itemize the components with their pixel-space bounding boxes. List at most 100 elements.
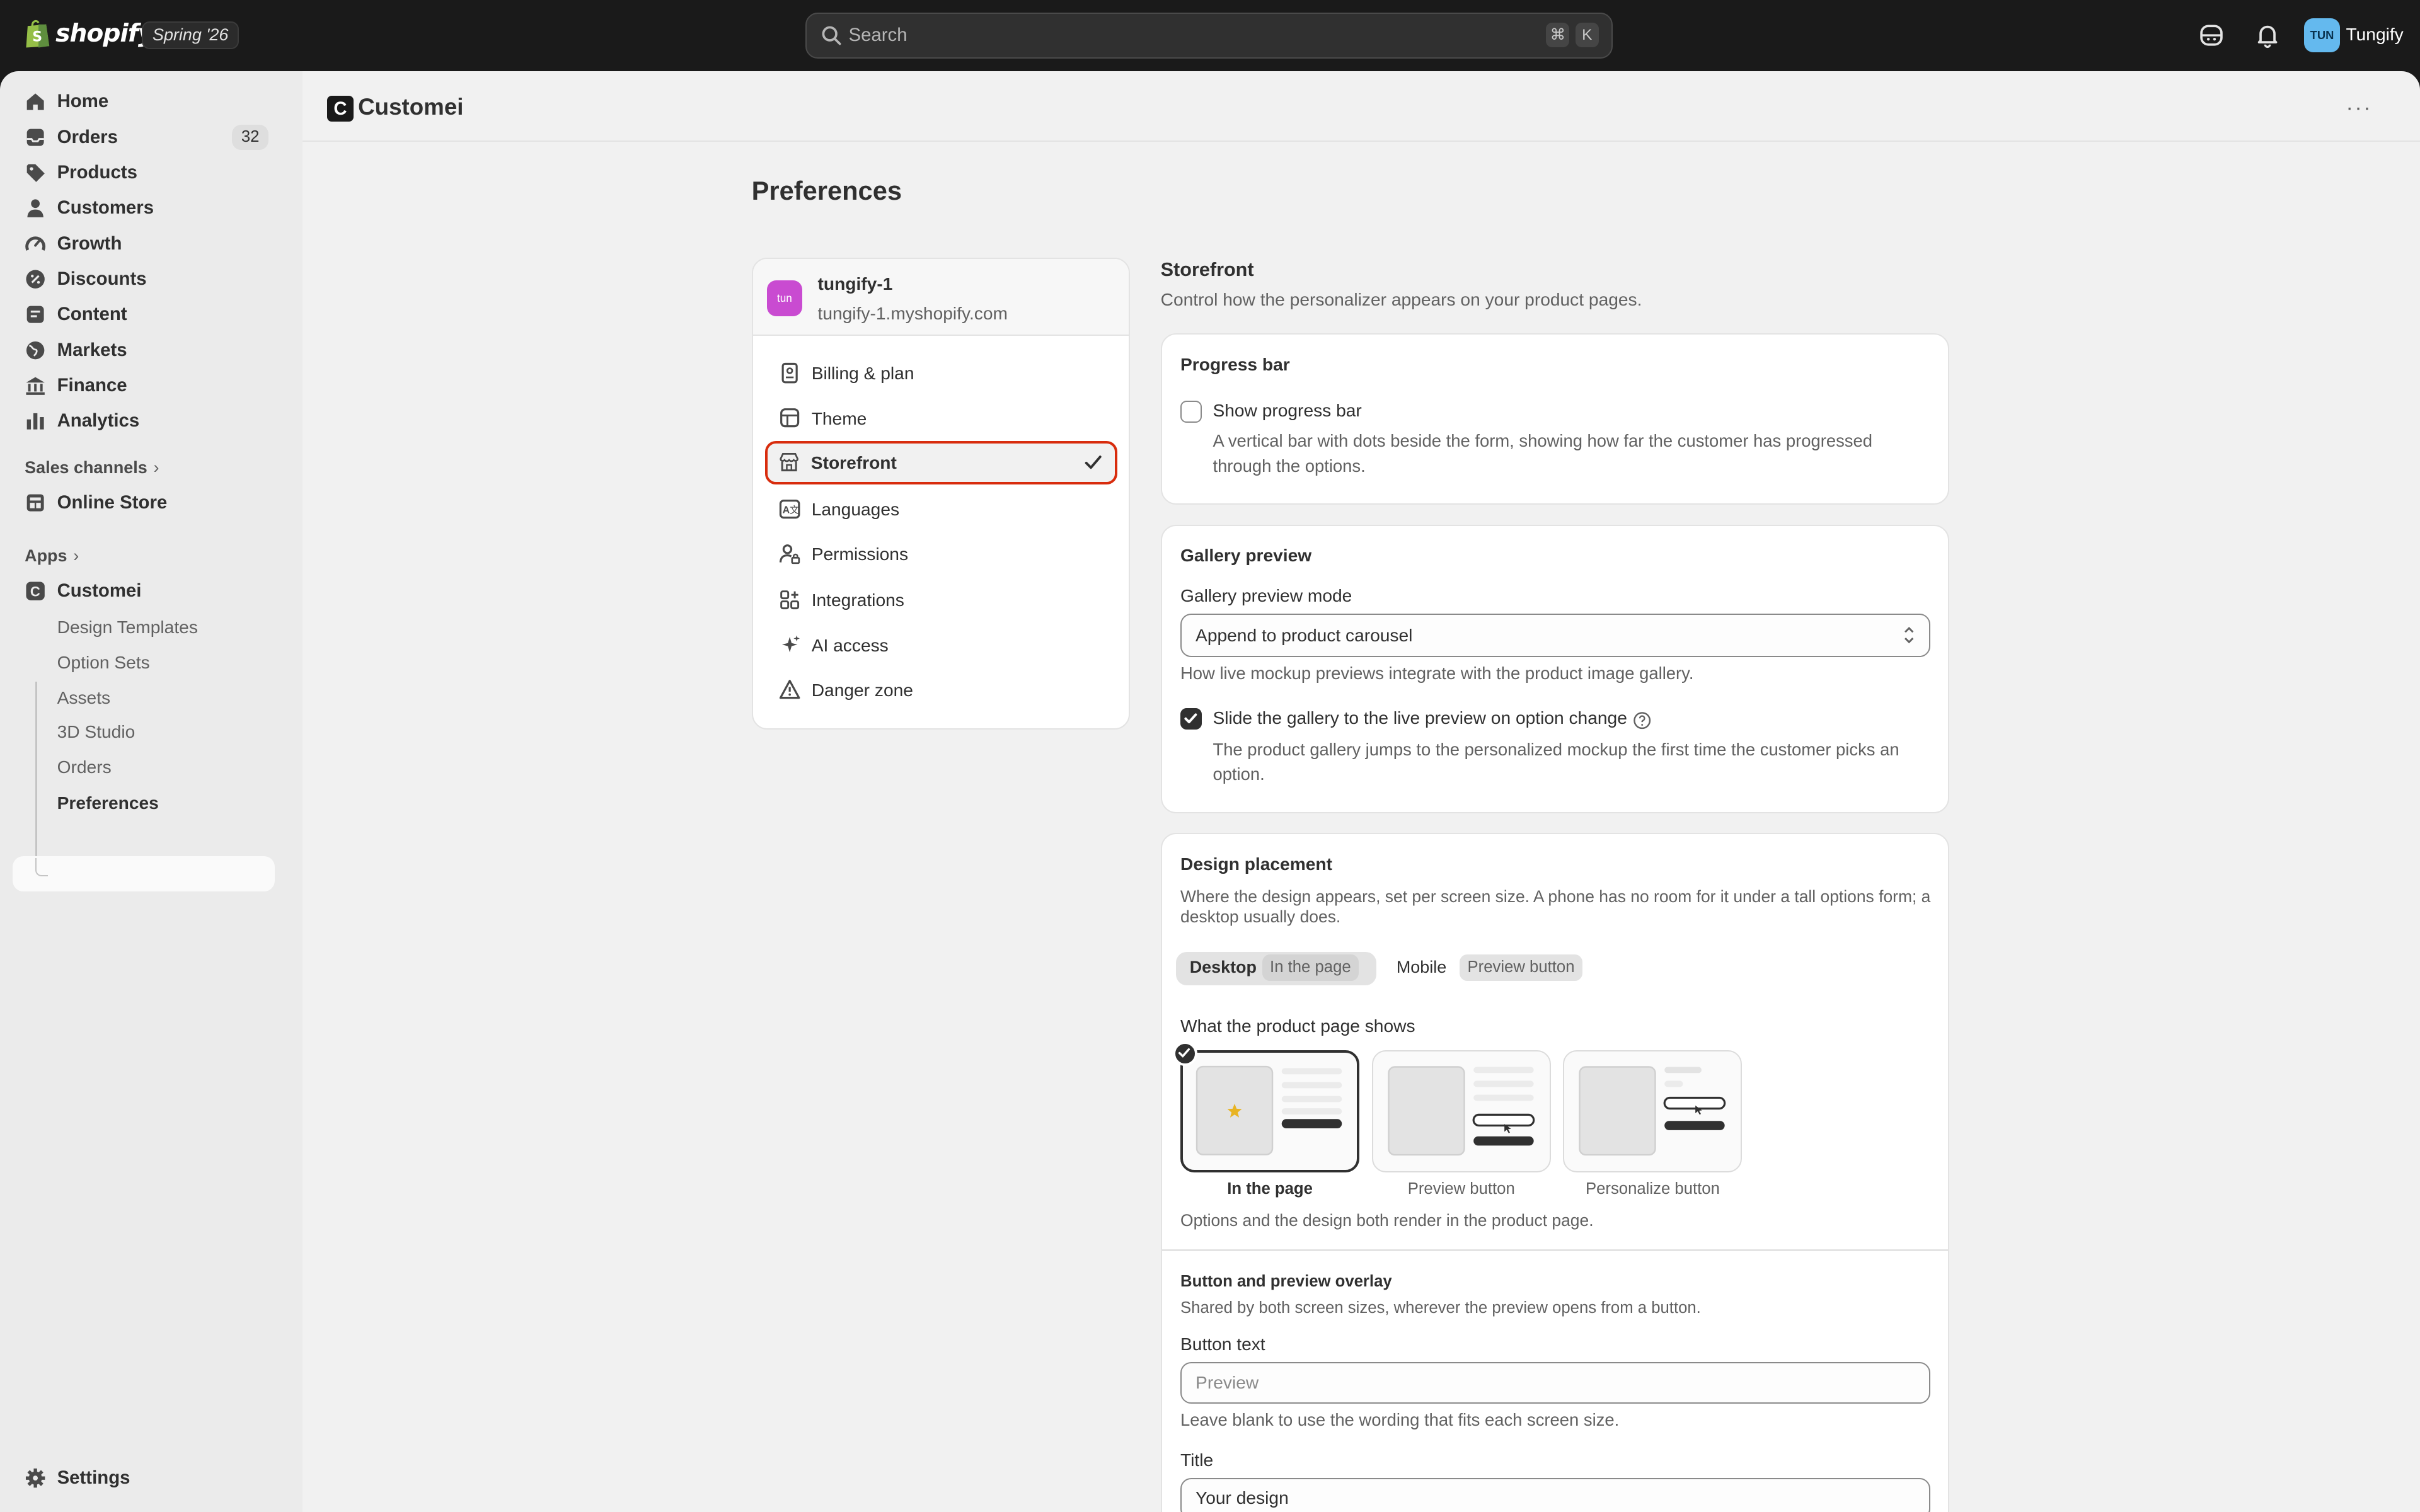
tab-mobile[interactable]: Mobile Preview button xyxy=(1383,952,1599,986)
card-title: Progress bar xyxy=(1180,354,1290,374)
shopify-bag-icon: S xyxy=(26,20,50,48)
show-progress-bar-checkbox[interactable] xyxy=(1180,401,1202,423)
select-arrows-icon xyxy=(1904,626,1914,644)
subsection-title: Button and preview overlay xyxy=(1180,1272,1392,1290)
brand-wordmark: shopify xyxy=(55,20,154,49)
menu-item-billing[interactable]: Billing & plan xyxy=(765,352,1117,395)
layout-option-personalize-button[interactable] xyxy=(1563,1050,1743,1172)
bell-icon[interactable] xyxy=(2254,21,2281,49)
screen: S shopify Spring '26 Search ⌘ K TUN Tung… xyxy=(0,0,2420,1512)
sidekick-icon[interactable] xyxy=(2198,21,2225,49)
menu-item-languages[interactable]: A文 Languages xyxy=(765,487,1117,530)
search-icon xyxy=(822,26,841,45)
field-label: Title xyxy=(1180,1450,1214,1470)
menu-item-label: Permissions xyxy=(811,544,909,564)
sidebar-item-analytics[interactable]: Analytics xyxy=(13,404,275,438)
menu-item-integrations[interactable]: Integrations xyxy=(765,578,1117,622)
title-input[interactable]: Your design xyxy=(1180,1477,1931,1512)
tag-icon xyxy=(26,164,45,182)
menu-item-danger-zone[interactable]: Danger zone xyxy=(765,668,1117,711)
field-label: What the product page shows xyxy=(1180,1016,1415,1036)
receipt-icon xyxy=(781,362,798,384)
help-circle-icon[interactable] xyxy=(1633,711,1651,730)
sidebar-item-label: Orders xyxy=(57,126,118,147)
online-store-icon xyxy=(26,494,44,512)
shortcut-k-key: K xyxy=(1575,23,1599,48)
sales-channels-heading[interactable]: Sales channels › xyxy=(25,458,159,478)
chevron-right-icon: › xyxy=(73,546,79,565)
warning-icon xyxy=(780,680,800,699)
sidebar-subitem-assets[interactable]: Assets xyxy=(57,688,111,708)
sidebar-item-home[interactable]: Home xyxy=(13,85,275,119)
menu-item-theme[interactable]: Theme xyxy=(765,396,1117,440)
svg-text:C: C xyxy=(30,583,40,599)
sidebar-subitem-orders[interactable]: Orders xyxy=(57,757,112,777)
help-text: Options and the design both render in th… xyxy=(1180,1210,1594,1230)
sidebar-item-customei[interactable]: C Customei xyxy=(13,574,275,608)
sidebar-item-label: Content xyxy=(57,304,127,325)
sidebar-item-markets[interactable]: Markets xyxy=(13,333,275,367)
help-text: Leave blank to use the wording that fits… xyxy=(1180,1409,1620,1429)
menu-item-permissions[interactable]: Permissions xyxy=(765,532,1117,575)
layout-option-label: Preview button xyxy=(1407,1180,1515,1198)
gallery-preview-mode-select[interactable]: Append to product carousel xyxy=(1180,614,1931,657)
section-description: Control how the personalizer appears on … xyxy=(1160,290,1642,310)
gear-icon xyxy=(26,1468,45,1488)
help-text: How live mockup previews integrate with … xyxy=(1180,663,1694,683)
menu-item-ai-access[interactable]: AI access xyxy=(765,623,1117,667)
sidebar-item-label: Analytics xyxy=(57,410,140,432)
help-text: A vertical bar with dots beside the form… xyxy=(1213,431,1872,476)
sidebar-subitem-3d-studio[interactable]: 3D Studio xyxy=(57,722,135,742)
bank-icon xyxy=(26,377,45,395)
sidebar-item-label: Finance xyxy=(57,375,127,396)
apps-heading[interactable]: Apps › xyxy=(25,546,79,566)
layout-option-in-page[interactable] xyxy=(1180,1050,1360,1172)
edition-badge[interactable]: Spring '26 xyxy=(142,21,239,50)
shopify-logo[interactable]: S shopify xyxy=(25,18,154,49)
sidebar-item-customers[interactable]: Customers xyxy=(13,192,275,226)
svg-text:S: S xyxy=(32,30,42,45)
sidebar-item-label: Online Store xyxy=(57,492,168,513)
sidebar-item-online-store[interactable]: Online Store xyxy=(13,486,275,520)
sidebar-item-products[interactable]: Products xyxy=(13,156,275,190)
user-avatar[interactable]: TUN xyxy=(2304,18,2340,53)
checkbox-label: Slide the gallery to the live preview on… xyxy=(1213,707,1627,728)
shortcut-command-key: ⌘ xyxy=(1546,23,1570,48)
sidebar-item-finance[interactable]: Finance xyxy=(13,369,275,403)
store-domain: tungify-1.myshopify.com xyxy=(817,303,1008,323)
subsection-description: Shared by both screen sizes, wherever th… xyxy=(1180,1298,1701,1317)
sidebar-item-label: Home xyxy=(57,91,109,112)
page-title: Preferences xyxy=(751,176,902,206)
sidebar-item-orders[interactable]: Orders 32 xyxy=(13,120,275,154)
tab-label: Mobile xyxy=(1396,958,1447,977)
button-text-input[interactable]: Preview xyxy=(1180,1361,1931,1404)
discount-icon xyxy=(26,270,45,289)
more-actions-button[interactable]: ··· xyxy=(2346,96,2372,120)
sidebar-item-content[interactable]: Content xyxy=(13,298,275,332)
slide-gallery-checkbox[interactable] xyxy=(1180,707,1202,730)
sidebar-subitem-design-templates[interactable]: Design Templates xyxy=(57,617,198,638)
menu-item-label: Storefront xyxy=(810,452,897,472)
sidebar-item-discounts[interactable]: Discounts xyxy=(13,262,275,296)
store-name[interactable]: Tungify xyxy=(2346,25,2403,45)
tab-desktop[interactable]: Desktop In the page xyxy=(1175,951,1377,986)
checkmark-icon xyxy=(1178,1048,1190,1058)
checkbox-label: Show progress bar xyxy=(1213,401,1362,421)
gauge-icon xyxy=(25,236,46,251)
customei-app-icon: C xyxy=(26,581,45,600)
sidebar-subitem-preferences[interactable]: Preferences xyxy=(57,793,159,813)
sidebar-subitem-option-sets[interactable]: Option Sets xyxy=(57,653,150,673)
input-value: Your design xyxy=(1196,1488,1289,1508)
theme-icon xyxy=(780,408,800,428)
menu-item-label: AI access xyxy=(811,635,889,655)
design-placement-card: Design placement Where the design appear… xyxy=(1160,833,1950,1512)
integrations-icon xyxy=(780,590,800,610)
permissions-icon xyxy=(780,544,800,564)
sidebar-item-growth[interactable]: Growth xyxy=(13,227,275,261)
card-title: Gallery preview xyxy=(1180,546,1312,566)
menu-item-storefront[interactable]: Storefront xyxy=(765,440,1117,484)
search-input[interactable]: Search ⌘ K xyxy=(805,12,1613,59)
layout-option-preview-button[interactable] xyxy=(1371,1050,1551,1172)
sidebar-item-settings[interactable]: Settings xyxy=(13,1461,275,1495)
help-text: The product gallery jumps to the persona… xyxy=(1213,740,1899,784)
